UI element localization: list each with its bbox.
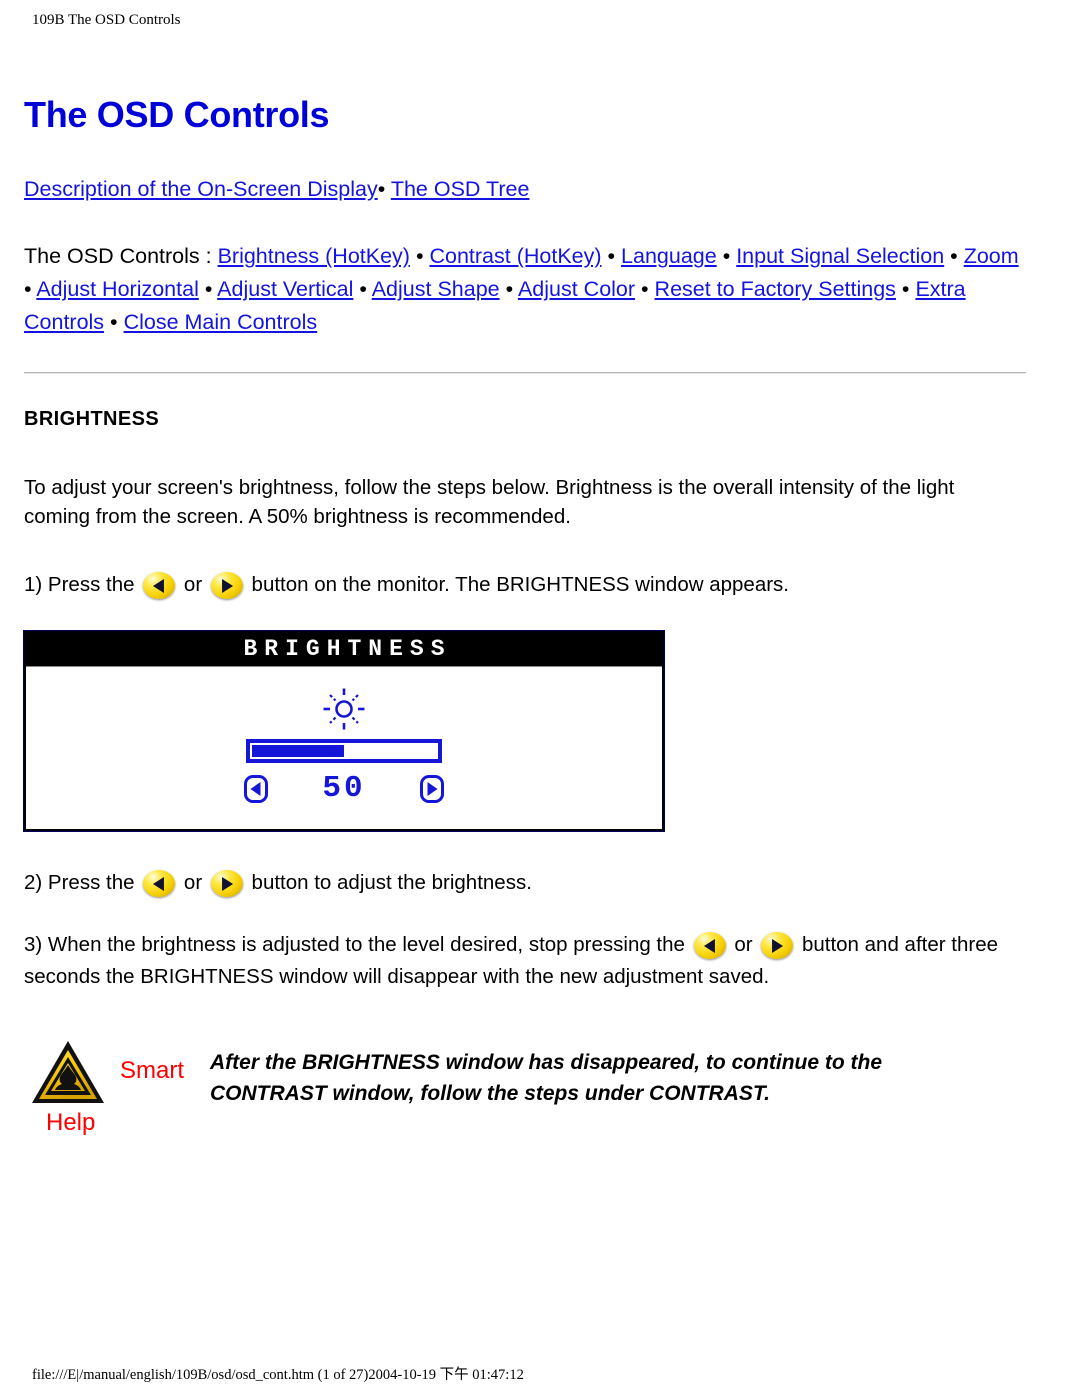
document-content: The OSD Controls Description of the On-S… bbox=[23, 94, 1026, 1147]
osd-controls-row: 50 bbox=[244, 771, 444, 806]
page-footer: file:///E|/manual/english/109B/osd/osd_c… bbox=[32, 1367, 524, 1383]
bullet-sep-11: • bbox=[110, 309, 118, 334]
left-arrow-button-icon[interactable] bbox=[143, 572, 176, 600]
brightness-progress-bar bbox=[246, 739, 442, 764]
brightness-value: 50 bbox=[322, 771, 366, 807]
link-adjust-color[interactable]: Adjust Color bbox=[518, 277, 635, 301]
step-2-or: or bbox=[178, 871, 208, 895]
smart-help-block: Smart Help After the BRIGHTNESS window h… bbox=[24, 1037, 1024, 1147]
bullet-sep-10: • bbox=[901, 276, 910, 301]
section-divider bbox=[24, 372, 1026, 375]
bullet-sep-8: • bbox=[505, 276, 514, 301]
bullet-sep-5: • bbox=[24, 276, 32, 301]
page-header: 109B The OSD Controls bbox=[32, 12, 181, 28]
brightness-intro-text: To adjust your screen's brightness, foll… bbox=[24, 476, 955, 529]
osd-controls-toc: The OSD Controls : Brightness (HotKey) •… bbox=[24, 240, 1024, 338]
warning-triangle-icon bbox=[28, 1037, 110, 1109]
step-1: 1) Press the or button on the monitor. T… bbox=[24, 569, 1024, 601]
link-close-main-controls[interactable]: Close Main Controls bbox=[124, 310, 318, 334]
left-triangle-icon bbox=[153, 876, 165, 891]
osd-body: 50 bbox=[26, 666, 662, 830]
link-brightness-hotkey[interactable]: Brightness (HotKey) bbox=[218, 244, 410, 268]
bullet-sep-6: • bbox=[204, 276, 213, 301]
bullet-sep-3: • bbox=[722, 244, 731, 269]
page-title: The OSD Controls bbox=[24, 94, 330, 135]
step-2: 2) Press the or button to adjust the bri… bbox=[24, 867, 1024, 899]
osd-titlebar: BRIGHTNESS bbox=[26, 633, 662, 667]
step-2-text-b: button to adjust the brightness. bbox=[245, 871, 532, 895]
bullet-separator: • bbox=[377, 176, 386, 201]
left-arrow-button-icon[interactable] bbox=[693, 932, 726, 960]
link-description-of-osd[interactable]: Description of the On-Screen Display bbox=[24, 177, 378, 201]
step-3-text-a: 3) When the brightness is adjusted to th… bbox=[24, 933, 691, 957]
link-zoom[interactable]: Zoom bbox=[964, 244, 1019, 268]
right-triangle-icon bbox=[772, 938, 784, 953]
toc-intro: The OSD Controls : bbox=[24, 244, 218, 269]
bullet-sep-9: • bbox=[641, 276, 649, 301]
osd-brightness-window: BRIGHTNESS 50 bbox=[23, 630, 665, 833]
smart-help-text: After the BRIGHTNESS window has disappea… bbox=[210, 1050, 883, 1106]
bullet-sep-2: • bbox=[607, 244, 616, 269]
step-1-or: or bbox=[178, 573, 208, 597]
link-adjust-horizontal[interactable]: Adjust Horizontal bbox=[36, 277, 199, 301]
osd-left-arrow-icon[interactable] bbox=[244, 774, 268, 803]
bullet-sep-4: • bbox=[950, 244, 958, 269]
bullet-sep-1: • bbox=[415, 244, 424, 269]
left-triangle-icon bbox=[153, 578, 165, 593]
step-2-text-a: 2) Press the bbox=[24, 871, 141, 895]
sun-brightness-icon bbox=[322, 687, 366, 736]
link-reset-to-factory-settings[interactable]: Reset to Factory Settings bbox=[655, 277, 896, 301]
step-1-text-b: button on the monitor. The BRIGHTNESS wi… bbox=[245, 573, 789, 597]
right-arrow-button-icon[interactable] bbox=[210, 572, 243, 600]
section-heading-brightness: BRIGHTNESS bbox=[24, 408, 160, 431]
right-triangle-icon bbox=[221, 578, 233, 593]
osd-left-triangle-icon bbox=[250, 781, 261, 796]
nav-links: Description of the On-Screen Display• Th… bbox=[24, 175, 1024, 205]
step-1-text-a: 1) Press the bbox=[24, 573, 141, 597]
link-adjust-vertical[interactable]: Adjust Vertical bbox=[217, 277, 353, 301]
link-the-osd-tree[interactable]: The OSD Tree bbox=[391, 177, 530, 201]
right-triangle-icon bbox=[221, 876, 233, 891]
link-adjust-shape[interactable]: Adjust Shape bbox=[372, 277, 500, 301]
left-triangle-icon bbox=[703, 938, 715, 953]
left-arrow-button-icon[interactable] bbox=[143, 870, 176, 898]
link-language[interactable]: Language bbox=[621, 244, 717, 268]
smart-label: Smart bbox=[120, 1056, 185, 1084]
link-input-signal-selection[interactable]: Input Signal Selection bbox=[736, 244, 944, 268]
link-contrast-hotkey[interactable]: Contrast (HotKey) bbox=[429, 244, 601, 268]
help-label: Help bbox=[46, 1108, 96, 1136]
osd-right-triangle-icon bbox=[427, 781, 438, 796]
step-3: 3) When the brightness is adjusted to th… bbox=[24, 929, 1024, 993]
right-arrow-button-icon[interactable] bbox=[761, 932, 794, 960]
osd-right-arrow-icon[interactable] bbox=[420, 774, 444, 803]
right-arrow-button-icon[interactable] bbox=[210, 870, 243, 898]
brightness-progress-fill bbox=[252, 745, 344, 758]
step-3-or: or bbox=[728, 933, 759, 957]
bullet-sep-7: • bbox=[359, 276, 367, 301]
